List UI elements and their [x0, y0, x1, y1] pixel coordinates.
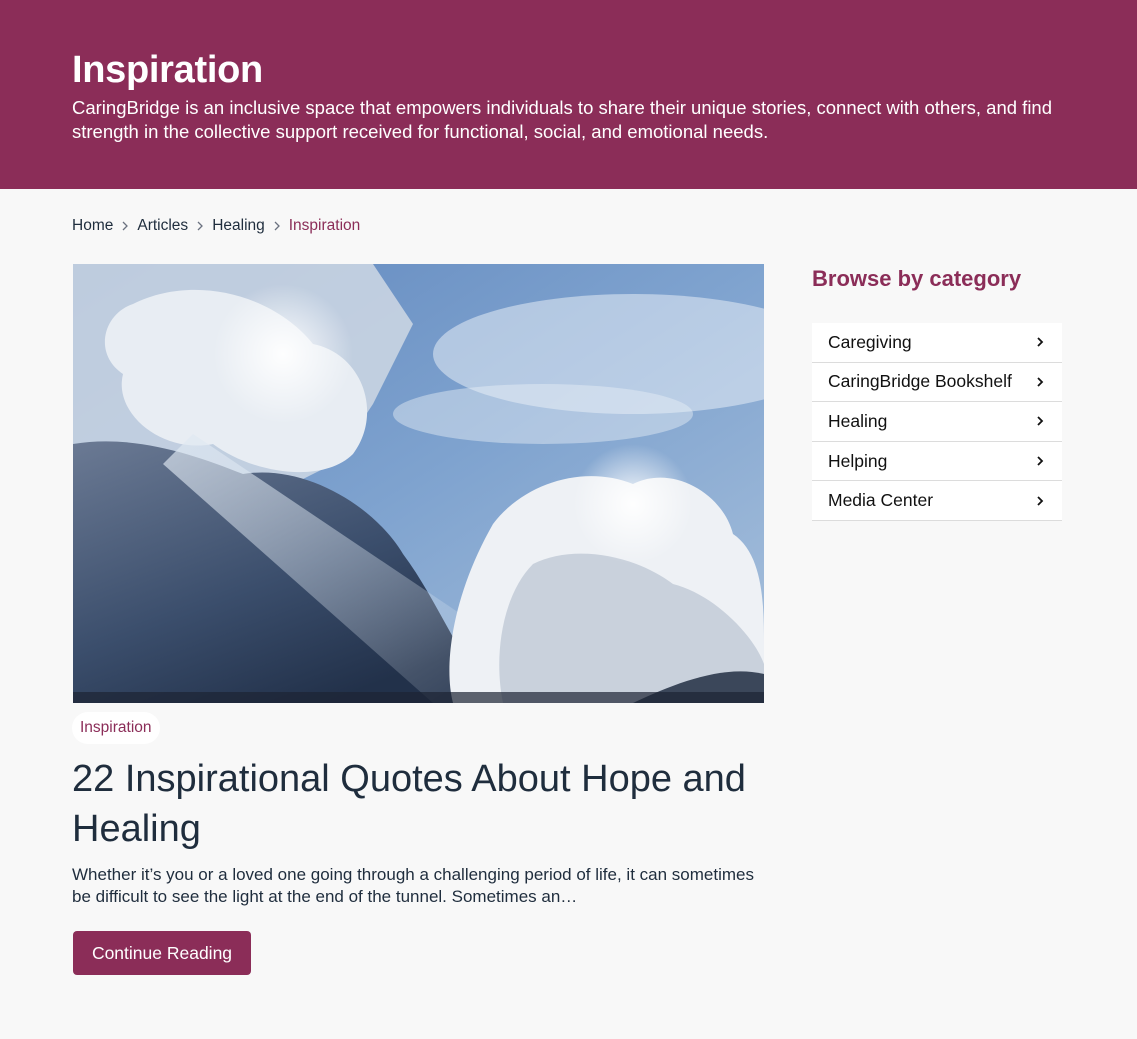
chevron-right-icon: [188, 221, 212, 231]
category-label: Caregiving: [828, 331, 912, 352]
category-label: Helping: [828, 450, 888, 471]
sidebar-title: Browse by category: [812, 266, 1022, 291]
chevron-right-icon: [1034, 415, 1046, 427]
article-excerpt: Whether it’s you or a loved one going th…: [72, 865, 754, 906]
chevron-right-icon: [113, 221, 137, 231]
chevron-right-icon: [1034, 495, 1046, 507]
chevron-right-icon: [265, 221, 289, 231]
chevron-right-icon: [1034, 455, 1046, 467]
page-description: CaringBridge is an inclusive space that …: [72, 97, 1053, 142]
breadcrumb-healing[interactable]: Healing: [212, 217, 265, 235]
category-list: Caregiving CaringBridge Bookshelf Healin…: [812, 323, 1062, 521]
category-label: Media Center: [828, 490, 934, 511]
chevron-right-icon: [1034, 376, 1046, 388]
breadcrumb-home[interactable]: Home: [72, 217, 113, 235]
category-label: Healing: [828, 410, 888, 431]
continue-reading-button[interactable]: Continue Reading: [73, 931, 251, 975]
category-item-caregiving[interactable]: Caregiving: [812, 323, 1062, 363]
category-item-healing[interactable]: Healing: [812, 402, 1062, 442]
category-item-caringbridge-bookshelf[interactable]: CaringBridge Bookshelf: [812, 362, 1062, 403]
page-header: Inspiration CaringBridge is an inclusive…: [0, 0, 1137, 189]
category-label: CaringBridge Bookshelf: [828, 371, 1012, 392]
page-title: Inspiration: [72, 49, 263, 91]
breadcrumb: Home Articles Healing Inspiration: [72, 215, 360, 237]
article-image[interactable]: [73, 264, 764, 703]
category-item-helping[interactable]: Helping: [812, 441, 1062, 482]
category-item-media-center[interactable]: Media Center: [812, 481, 1062, 521]
breadcrumb-current: Inspiration: [288, 217, 361, 234]
breadcrumb-articles[interactable]: Articles: [137, 217, 188, 235]
chevron-right-icon: [1034, 336, 1046, 348]
article-title[interactable]: 22 Inspirational Quotes About Hope and H…: [72, 754, 772, 854]
category-tag[interactable]: Inspiration: [72, 712, 160, 744]
